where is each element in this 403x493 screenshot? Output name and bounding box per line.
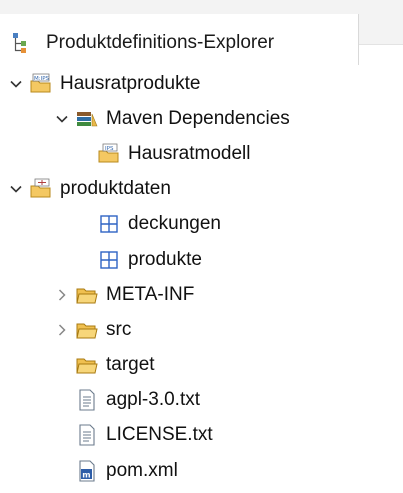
tree-item-hausratprodukte[interactable]: M:IPS Hausratprodukte	[0, 66, 403, 101]
tree-item-label: Hausratprodukte	[60, 72, 201, 94]
text-file-icon	[76, 424, 98, 447]
svg-text:m: m	[82, 470, 90, 479]
folder-icon	[76, 319, 98, 341]
tree-item-label: META-INF	[106, 283, 195, 305]
tree-item-meta-inf[interactable]: META-INF	[0, 277, 403, 312]
tree-item-label: Maven Dependencies	[106, 107, 290, 129]
tree-item-label: Hausratmodell	[128, 142, 251, 164]
tree-item-label: pom.xml	[106, 459, 178, 481]
package-grid-icon	[98, 213, 120, 235]
text-file-icon	[76, 389, 98, 411]
chevron-down-icon[interactable]	[8, 76, 24, 92]
tree-item-label: LICENSE.txt	[106, 424, 213, 446]
chevron-right-icon[interactable]	[54, 287, 70, 303]
view-title: Produktdefinitions-Explorer	[46, 32, 275, 53]
tree-item-label: agpl-3.0.txt	[106, 389, 200, 411]
package-grid-icon	[98, 249, 120, 271]
library-container-icon	[76, 108, 98, 130]
tree-item-license-txt[interactable]: LICENSE.txt	[0, 418, 403, 453]
tree-item-produktdaten[interactable]: produktdaten	[0, 172, 403, 207]
tree-item-src[interactable]: src	[0, 312, 403, 347]
explorer-window: Produktdefinitions-Explorer M:IPS Hausra…	[0, 0, 403, 493]
tree-item-label: produktdaten	[60, 178, 171, 200]
folder-icon	[76, 354, 98, 376]
view-tab-title[interactable]: Produktdefinitions-Explorer	[10, 28, 274, 58]
chevron-down-icon[interactable]	[54, 111, 70, 127]
tree-item-label: produkte	[128, 248, 202, 270]
project-structure-icon	[10, 32, 32, 54]
tree-item-deckungen[interactable]: deckungen	[0, 207, 403, 242]
tree-item-maven-dependencies[interactable]: Maven Dependencies	[0, 101, 403, 136]
tree-item-label: target	[106, 354, 155, 376]
ips-project-folder-icon: M:IPS	[30, 73, 52, 95]
project-tree[interactable]: M:IPS Hausratprodukte Maven Dependencies	[0, 66, 403, 488]
tree-item-agpl-txt[interactable]: agpl-3.0.txt	[0, 383, 403, 418]
folder-icon	[76, 284, 98, 306]
ips-model-folder-icon: IPS	[98, 143, 120, 165]
svg-text:IPS: IPS	[105, 146, 114, 152]
tree-item-pom-xml[interactable]: m pom.xml	[0, 453, 403, 488]
chevron-right-icon[interactable]	[54, 322, 70, 338]
tree-item-label: deckungen	[128, 213, 221, 235]
tree-item-target[interactable]: target	[0, 348, 403, 383]
tree-item-label: src	[106, 318, 132, 340]
chevron-down-icon[interactable]	[8, 181, 24, 197]
tree-item-hausratmodell[interactable]: IPS Hausratmodell	[0, 136, 403, 171]
ips-package-folder-icon	[30, 178, 52, 200]
tree-item-produkte[interactable]: produkte	[0, 242, 403, 277]
svg-text:M:IPS: M:IPS	[34, 76, 50, 82]
maven-pom-icon: m	[76, 460, 98, 482]
